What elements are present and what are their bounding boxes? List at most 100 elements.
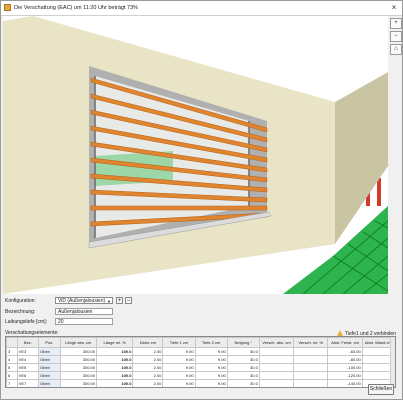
- table-cell: 7: [6, 379, 18, 387]
- column-header[interactable]: Länge rel. %: [95, 337, 134, 348]
- table-cell[interactable]: Oben: [38, 379, 61, 387]
- table-cell[interactable]: 9.00: [194, 371, 228, 380]
- dialog-window: Die Verschattung (EAC) um 11:20 Uhr betr…: [0, 0, 403, 400]
- close-button[interactable]: Schließen: [368, 384, 394, 395]
- table-cell[interactable]: 2.00: [132, 363, 164, 372]
- table-cell[interactable]: 30.0: [226, 379, 260, 387]
- elements-table[interactable]: Bez. Pos. Länge abs. cm Länge rel. % Dic…: [5, 336, 396, 388]
- table-cell[interactable]: VE7: [16, 379, 40, 387]
- column-header[interactable]: Abst. Fenst. cm: [327, 337, 363, 348]
- table-cell[interactable]: [293, 379, 329, 387]
- table-cell[interactable]: 9.00: [162, 363, 196, 372]
- table-scrollbar[interactable]: [390, 337, 395, 387]
- table-cell[interactable]: 2.00: [132, 347, 164, 356]
- table-row[interactable]: 7 VE7 Oben 300.00 100.0 2.00 9.00 9.00 30.0 -140.…: [6, 379, 395, 387]
- table-cell[interactable]: [258, 363, 295, 372]
- konfiguration-label: Konfiguration:: [5, 298, 36, 304]
- table-cell[interactable]: -80.00: [327, 355, 363, 364]
- bezeichnung-field[interactable]: Außenjalousien: [55, 308, 113, 315]
- column-header[interactable]: Dicke cm: [132, 337, 164, 348]
- column-header[interactable]: Tiefe 1 cm: [162, 337, 196, 348]
- 3d-viewport[interactable]: [3, 16, 388, 294]
- table-cell[interactable]: VE3: [16, 347, 40, 356]
- table-cell[interactable]: [258, 355, 295, 364]
- chevron-down-icon: ▼: [107, 299, 111, 304]
- table-cell[interactable]: [293, 355, 329, 364]
- table-cell[interactable]: 300.00: [59, 379, 97, 387]
- view-tools: + − ⌂: [390, 18, 402, 57]
- app-icon: [4, 4, 11, 11]
- table-cell[interactable]: VE5: [16, 363, 40, 372]
- reset-view-button[interactable]: ⌂: [390, 44, 402, 55]
- konfiguration-value: ViD (Außenjalousien): [58, 298, 106, 304]
- table-cell[interactable]: Oben: [38, 355, 61, 364]
- column-header[interactable]: Länge abs. cm: [59, 337, 97, 348]
- column-header[interactable]: Tiefe 2 cm: [194, 337, 228, 348]
- table-cell[interactable]: -60.00: [327, 347, 363, 356]
- table-cell[interactable]: 30.0: [226, 347, 260, 356]
- table-row[interactable]: 6 VE6 Oben 300.00 100.0 2.00 9.00 9.00 30.0 -120.…: [6, 371, 395, 380]
- add-konfiguration-button[interactable]: +: [116, 297, 123, 304]
- table-cell[interactable]: 2.00: [132, 371, 164, 380]
- title-bar: Die Verschattung (EAC) um 11:20 Uhr betr…: [1, 1, 402, 16]
- table-cell[interactable]: 30.0: [226, 363, 260, 372]
- table-cell[interactable]: Oben: [38, 363, 61, 372]
- remove-konfiguration-button[interactable]: −: [125, 297, 132, 304]
- table-cell[interactable]: 300.00: [59, 371, 97, 380]
- table-cell[interactable]: VE4: [16, 355, 40, 364]
- table-cell[interactable]: 9.00: [194, 379, 228, 387]
- table-cell[interactable]: 100.0: [95, 363, 134, 372]
- table-row[interactable]: 3 VE3 Oben 300.00 100.0 2.00 9.00 9.00 30.0 -60.0…: [6, 347, 395, 356]
- table-cell[interactable]: [293, 371, 329, 380]
- table-cell: 4: [6, 355, 18, 364]
- table-cell[interactable]: 30.0: [226, 371, 260, 380]
- table-cell[interactable]: [258, 379, 295, 387]
- konfiguration-select[interactable]: ViD (Außenjalousien) ▼: [55, 297, 113, 304]
- table-cell[interactable]: VE6: [16, 371, 40, 380]
- table-cell[interactable]: 9.00: [194, 355, 228, 364]
- table-cell[interactable]: 9.00: [162, 379, 196, 387]
- table-cell[interactable]: 9.00: [194, 347, 228, 356]
- table-cell: 5: [6, 363, 18, 372]
- table-cell[interactable]: 100.0: [95, 347, 134, 356]
- table-cell[interactable]: Oben: [38, 347, 61, 356]
- table-cell[interactable]: 100.0: [95, 379, 134, 387]
- laibungstiefe-label: Laibungstiefe [cm]:: [5, 319, 47, 325]
- table-row[interactable]: 4 VE4 Oben 300.00 100.0 2.00 9.00 9.00 30.0 -80.0…: [6, 355, 395, 364]
- table-cell[interactable]: [293, 347, 329, 356]
- table-cell[interactable]: [293, 363, 329, 372]
- table-cell[interactable]: 9.00: [162, 371, 196, 380]
- table-cell[interactable]: 30.0: [226, 355, 260, 364]
- zoom-out-button[interactable]: −: [390, 31, 402, 42]
- laibungstiefe-field[interactable]: 20: [55, 318, 113, 325]
- table-cell[interactable]: 9.00: [162, 347, 196, 356]
- table-cell: 3: [6, 347, 18, 356]
- table-cell[interactable]: Oben: [38, 371, 61, 380]
- column-header[interactable]: [6, 337, 18, 348]
- table-cell[interactable]: 300.00: [59, 363, 97, 372]
- zoom-in-button[interactable]: +: [390, 18, 402, 29]
- table-cell[interactable]: 9.00: [194, 363, 228, 372]
- table-cell[interactable]: [258, 347, 295, 356]
- table-cell[interactable]: 100.0: [95, 371, 134, 380]
- close-window-button[interactable]: ×: [389, 3, 399, 12]
- table-cell[interactable]: [258, 371, 295, 380]
- table-cell[interactable]: 100.0: [95, 355, 134, 364]
- column-header[interactable]: Bez.: [16, 337, 40, 348]
- shading-scene: [3, 16, 388, 294]
- table-cell[interactable]: -120.00: [327, 371, 363, 380]
- column-header[interactable]: Neigung °: [226, 337, 260, 348]
- table-cell[interactable]: -140.00: [327, 379, 363, 387]
- table-cell[interactable]: 9.00: [162, 355, 196, 364]
- table-cell: 6: [6, 371, 18, 380]
- column-header[interactable]: Versch. rel. %: [293, 337, 329, 348]
- table-row[interactable]: 5 VE5 Oben 300.00 100.0 2.00 9.00 9.00 30.0 -100.…: [6, 363, 395, 372]
- table-cell[interactable]: 300.00: [59, 355, 97, 364]
- table-header-row: Bez. Pos. Länge abs. cm Länge rel. % Dic…: [6, 337, 395, 348]
- column-header[interactable]: Pos.: [38, 337, 61, 348]
- column-header[interactable]: Versch. abs. cm: [258, 337, 295, 348]
- table-cell[interactable]: 300.00: [59, 347, 97, 356]
- table-cell[interactable]: 2.00: [132, 379, 164, 387]
- table-cell[interactable]: -100.00: [327, 363, 363, 372]
- table-cell[interactable]: 2.00: [132, 355, 164, 364]
